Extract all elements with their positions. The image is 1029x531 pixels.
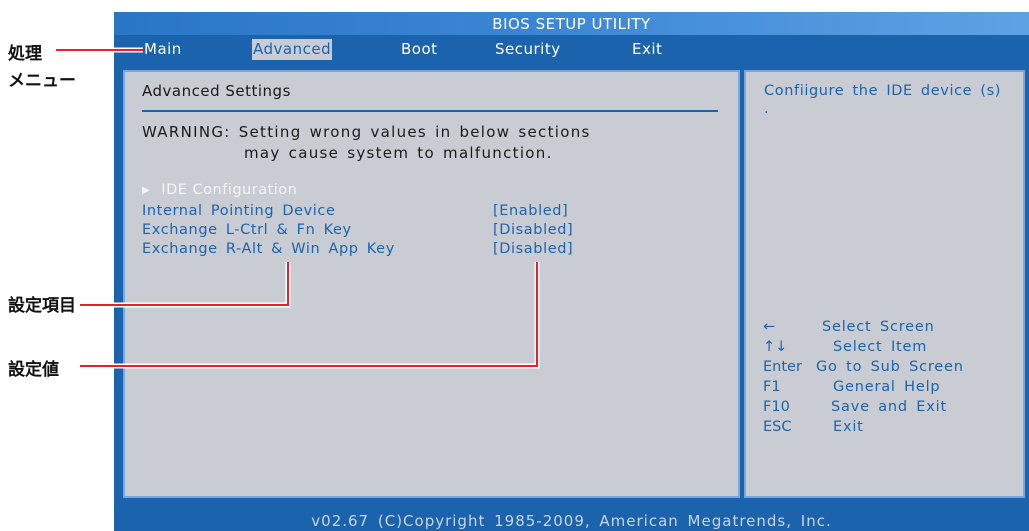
menu-item-advanced[interactable]: Advanced bbox=[252, 39, 333, 60]
bios-title-bar: BIOS SETUP UTILITY bbox=[114, 12, 1029, 35]
bios-window: BIOS SETUP UTILITY Main Advanced Boot Se… bbox=[114, 12, 1029, 531]
bios-menu-bar: Main Advanced Boot Security Exit bbox=[114, 35, 1029, 62]
setting-value-exchange-lctrl-fn[interactable]: [Disabled] bbox=[493, 222, 573, 238]
setting-label-exchange-ralt-win[interactable]: Exchange R-Alt & Win App Key bbox=[142, 241, 395, 257]
key-description: Select Item bbox=[833, 339, 928, 355]
menu-item-boot[interactable]: Boot bbox=[401, 39, 438, 60]
annotation-menu-label-line2: メニュー bbox=[8, 71, 76, 91]
key-description: Go to Sub Screen bbox=[816, 359, 964, 375]
menu-item-exit[interactable]: Exit bbox=[632, 39, 662, 60]
submenu-ide-configuration[interactable]: ▶ IDE Configuration bbox=[142, 182, 297, 198]
up-down-arrow-icon: ↑↓ bbox=[763, 339, 788, 355]
annotation-setting-item-label: 設定項目 bbox=[8, 296, 76, 316]
setting-value-internal-pointing-device[interactable]: [Enabled] bbox=[493, 203, 568, 219]
key-description: Select Screen bbox=[822, 319, 935, 335]
setting-label-internal-pointing-device[interactable]: Internal Pointing Device bbox=[142, 203, 336, 219]
help-description: Confiigure the IDE device (s) . bbox=[764, 83, 1002, 117]
menu-item-security[interactable]: Security bbox=[495, 39, 561, 60]
settings-panel: Advanced Settings WARNING: Setting wrong… bbox=[123, 70, 740, 498]
bios-title: BIOS SETUP UTILITY bbox=[492, 15, 651, 33]
setting-value-exchange-ralt-win[interactable]: [Disabled] bbox=[493, 241, 573, 257]
section-title: Advanced Settings bbox=[142, 82, 291, 100]
key-name: F10 bbox=[763, 399, 790, 415]
annotation-menu-label-line1: 処理 bbox=[8, 44, 42, 64]
help-panel: Confiigure the IDE device (s) . ← Select… bbox=[744, 70, 1025, 498]
section-divider bbox=[142, 110, 718, 112]
annotation-setting-value-label: 設定値 bbox=[8, 360, 59, 380]
submenu-arrow-icon: ▶ bbox=[142, 185, 151, 196]
key-description: General Help bbox=[833, 379, 941, 395]
key-description: Save and Exit bbox=[831, 399, 947, 415]
key-name: Enter bbox=[763, 359, 802, 375]
key-name: F1 bbox=[763, 379, 781, 395]
warning-line-1: WARNING: Setting wrong values in below s… bbox=[142, 123, 591, 141]
key-description: Exit bbox=[833, 419, 864, 435]
submenu-label: IDE Configuration bbox=[156, 182, 298, 198]
left-arrow-icon: ← bbox=[763, 319, 776, 335]
warning-line-2: may cause system to malfunction. bbox=[244, 144, 553, 162]
menu-item-main[interactable]: Main bbox=[144, 39, 182, 60]
bios-footer: v02.67 (C)Copyright 1985-2009, American … bbox=[311, 512, 832, 530]
setting-label-exchange-lctrl-fn[interactable]: Exchange L-Ctrl & Fn Key bbox=[142, 222, 352, 238]
key-name: ESC bbox=[763, 419, 792, 435]
